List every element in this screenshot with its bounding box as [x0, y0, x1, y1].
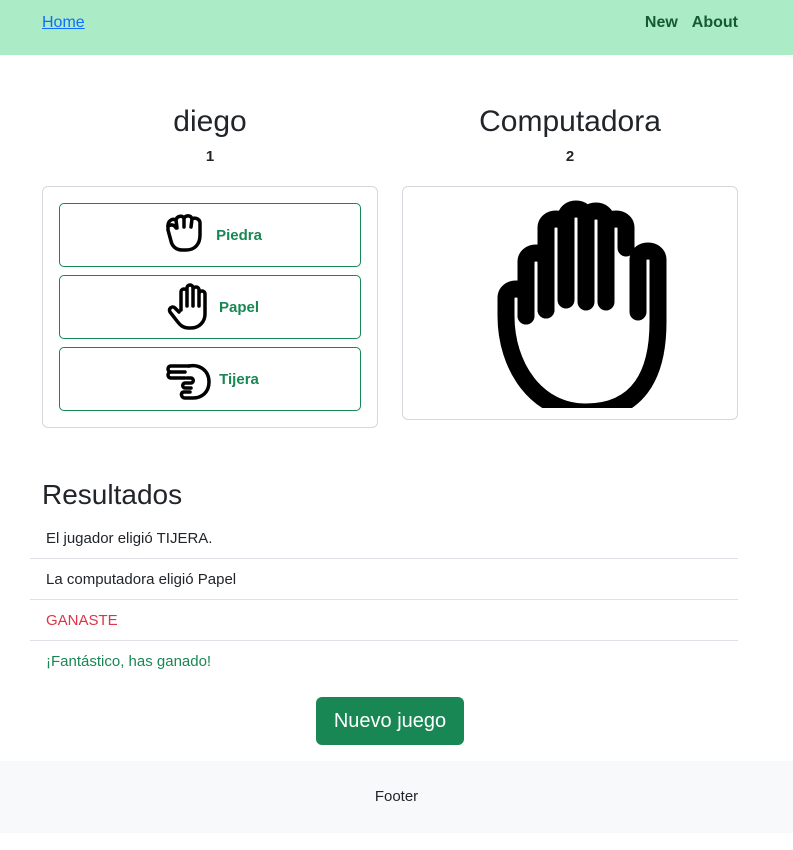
- player-name: diego: [173, 105, 247, 138]
- computer-panel: Computadora 2: [402, 104, 738, 166]
- nav-about-link[interactable]: About: [692, 14, 738, 32]
- nav-home-link[interactable]: Home: [42, 14, 85, 32]
- nav-new-link[interactable]: New: [645, 14, 678, 32]
- paper-button[interactable]: Papel: [59, 275, 361, 339]
- computer-name: Computadora: [479, 105, 661, 138]
- rock-label: Piedra: [216, 226, 262, 244]
- scissors-button[interactable]: Tijera: [59, 347, 361, 411]
- rock-fist-icon: [166, 214, 202, 252]
- choices-card: Piedra Papel Tijera: [42, 186, 378, 428]
- computer-choice-card: [402, 186, 738, 420]
- paper-hand-icon: [167, 283, 207, 330]
- computer-score: 2: [565, 148, 575, 165]
- result-outcome: GANASTE: [30, 600, 738, 641]
- player-panel: diego 1: [42, 104, 378, 166]
- paper-label: Papel: [218, 298, 260, 316]
- result-player-choice: El jugador eligió TIJERA.: [30, 518, 738, 559]
- scissors-hand-icon: [166, 363, 211, 400]
- results-list: El jugador eligió TIJERA. La computadora…: [30, 518, 738, 682]
- footer: Footer: [0, 761, 793, 833]
- rock-button[interactable]: Piedra: [59, 203, 361, 267]
- results-title: Resultados: [42, 479, 183, 510]
- navbar: Home New About: [0, 0, 793, 55]
- scissors-label: Tijera: [219, 370, 259, 388]
- hand-paper-icon: [497, 200, 667, 408]
- result-computer-choice: La computadora eligió Papel: [30, 559, 738, 600]
- nav-right: New About: [645, 14, 738, 32]
- result-message: ¡Fantástico, has ganado!: [46, 653, 212, 670]
- new-game-button[interactable]: Nuevo juego: [316, 697, 464, 745]
- player-score: 1: [205, 148, 215, 165]
